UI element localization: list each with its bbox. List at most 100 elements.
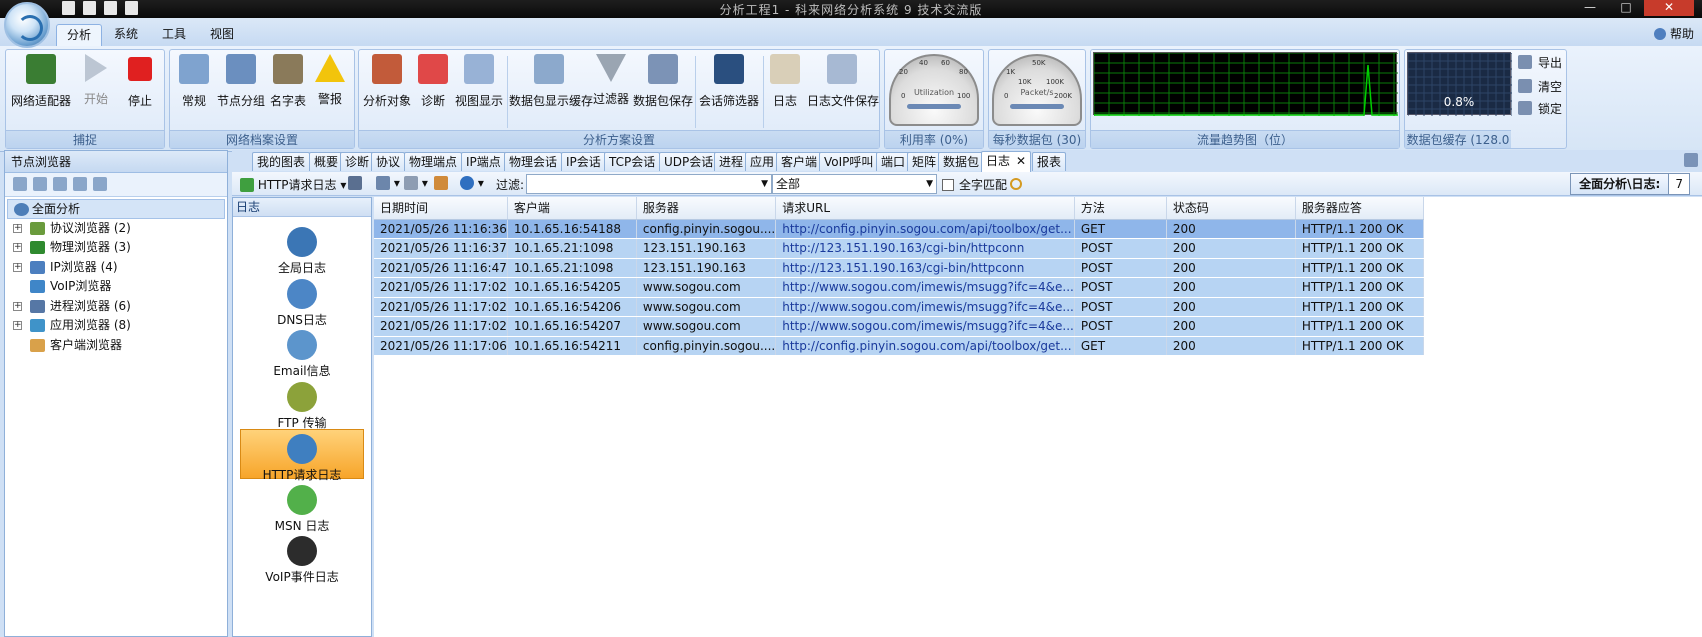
tab-item[interactable]: IP端点 (461, 152, 506, 171)
export-log-button[interactable] (434, 176, 448, 190)
filter-input[interactable]: ▼ (526, 174, 772, 194)
search-button[interactable] (1010, 176, 1022, 190)
tab-item[interactable]: 报表 (1032, 152, 1067, 171)
browser-icon (30, 338, 45, 352)
log-category-item[interactable]: HTTP请求日志 (240, 429, 364, 482)
export-button[interactable]: 导出 (1518, 54, 1562, 71)
tree-item[interactable]: + 协议浏览器 (2) (5, 219, 227, 239)
log-category-item[interactable]: FTP 传输 (240, 378, 364, 430)
tab-item[interactable]: 应用 (745, 152, 780, 171)
tab-item[interactable]: 端口 (876, 152, 911, 171)
tree-item[interactable]: + IP浏览器 (4) (5, 258, 227, 278)
name-table-button[interactable]: 名字表 (268, 54, 308, 109)
expand-icon[interactable]: + (13, 301, 22, 311)
refresh-button[interactable]: ▾ (460, 176, 484, 190)
scope-select[interactable]: 全部 ▼ (772, 174, 937, 194)
tab-tools[interactable]: 工具 (152, 24, 196, 46)
group-node-icon[interactable] (53, 177, 67, 191)
tab-item[interactable]: 诊断 (340, 152, 375, 171)
expand-icon[interactable]: + (13, 223, 22, 233)
column-header[interactable]: 服务器应答 (1295, 197, 1424, 220)
columns-button[interactable]: ▾ (404, 176, 428, 190)
save-log-button[interactable] (348, 176, 362, 190)
start-button[interactable]: 开始 (76, 54, 116, 107)
view-display-button[interactable]: 视图显示 (453, 54, 505, 109)
general-button[interactable]: 常规 (174, 54, 214, 109)
table-row[interactable]: 2021/05/26 11:17:02 10.1.65.16:54206 www.s… (374, 297, 1424, 317)
log-category-item[interactable]: MSN 日志 (240, 481, 364, 533)
filter-node-icon[interactable] (33, 177, 47, 191)
alert-node-icon[interactable] (73, 177, 87, 191)
tab-item[interactable]: 协议 (371, 152, 406, 171)
column-header[interactable]: 请求URL (775, 197, 1075, 220)
column-header[interactable]: 方法 (1074, 197, 1167, 220)
log-category-item[interactable]: DNS日志 (240, 275, 364, 327)
match-all-checkbox[interactable]: 全字匹配 (942, 176, 1007, 193)
tab-item[interactable]: 客户端 (776, 152, 823, 171)
table-row[interactable]: 2021/05/26 11:16:36 10.1.65.16:54188 confi… (374, 219, 1424, 239)
tab-item[interactable]: VoIP呼叫 (819, 152, 879, 171)
log-category-item[interactable]: VoIP事件日志 (240, 532, 364, 584)
column-header[interactable]: 日期时间 (374, 197, 508, 220)
close-tab-icon[interactable]: ✕ (1016, 154, 1026, 168)
expand-icon[interactable]: + (13, 262, 22, 272)
log-button[interactable]: 日志 (765, 54, 805, 109)
alarm-button[interactable]: 警报 (310, 54, 350, 107)
packet-display-buffer-button[interactable]: 数据包显示缓存 (509, 54, 593, 109)
column-header[interactable]: 客户端 (507, 197, 637, 220)
tree-root-full-analysis[interactable]: 全面分析 (7, 199, 225, 219)
tab-item[interactable]: 进程 (714, 152, 749, 171)
tab-item[interactable]: 物理端点 (404, 152, 463, 171)
expand-icon[interactable]: + (13, 243, 22, 252)
maximize-button[interactable]: □ (1608, 0, 1644, 16)
table-row[interactable]: 2021/05/26 11:17:02 10.1.65.16:54205 www.s… (374, 277, 1424, 298)
column-header[interactable]: 状态码 (1166, 197, 1296, 220)
tree-item[interactable]: 客户端浏览器 (5, 336, 227, 356)
tab-system[interactable]: 系统 (104, 24, 148, 46)
tree-item[interactable]: + 进程浏览器 (6) (5, 297, 227, 317)
tab-item[interactable]: 我的图表 (252, 152, 311, 171)
stop-button[interactable]: 停止 (120, 54, 160, 109)
column-header[interactable]: 服务器 (636, 197, 777, 220)
tab-view[interactable]: 视图 (200, 24, 244, 46)
tree-item[interactable]: VoIP浏览器 (5, 277, 227, 297)
log-category-item[interactable]: Email信息 (240, 326, 364, 378)
network-adapter-button[interactable]: 网络适配器 (10, 54, 72, 109)
tab-item[interactable]: 数据包 (938, 152, 985, 171)
table-row[interactable]: 2021/05/26 11:17:06 10.1.65.16:54211 confi… (374, 336, 1424, 356)
database-icon (534, 54, 564, 84)
packet-save-button[interactable]: 数据包保存 (633, 54, 693, 109)
tab-item[interactable]: IP会话 (561, 152, 606, 171)
minimize-button[interactable]: — (1572, 0, 1608, 16)
analysis-object-button[interactable]: 分析对象 (361, 54, 413, 109)
session-filter-button[interactable]: 会话筛选器 (697, 54, 761, 109)
clear-button[interactable]: 清空 (1518, 78, 1562, 95)
log-type-dropdown[interactable]: HTTP请求日志 ▾ (240, 176, 346, 193)
tab-analysis[interactable]: 分析 (56, 24, 103, 46)
table-row[interactable]: 2021/05/26 11:16:37 10.1.65.21:1098 123.15… (374, 238, 1424, 259)
tab-item[interactable]: 日志 ✕ (981, 151, 1032, 172)
expand-icon[interactable]: + (13, 321, 22, 330)
help-button[interactable]: 帮助 (1653, 25, 1694, 42)
tab-item[interactable]: UDP会话 (659, 152, 719, 171)
tab-item[interactable]: 概要 (309, 152, 344, 171)
table-row[interactable]: 2021/05/26 11:17:02 10.1.65.16:54207 www.s… (374, 316, 1424, 337)
diagnosis-button[interactable]: 诊断 (415, 54, 451, 109)
tab-item[interactable]: TCP会话 (604, 152, 661, 171)
tree-item[interactable]: + 物理浏览器 (3) (5, 238, 227, 258)
application-menu-button[interactable] (4, 2, 50, 48)
lock-button[interactable]: 锁定 (1518, 100, 1562, 117)
tab-item[interactable]: 矩阵 (907, 152, 942, 171)
tab-strip-menu-icon[interactable] (1684, 153, 1698, 167)
node-group-button[interactable]: 节点分组 (216, 54, 266, 109)
log-file-save-button[interactable]: 日志文件保存 (807, 54, 879, 109)
close-button[interactable]: ✕ (1644, 0, 1694, 16)
table-row[interactable]: 2021/05/26 11:16:47 10.1.65.21:1098 123.15… (374, 258, 1424, 278)
filter-options-button[interactable]: ▾ (376, 176, 400, 190)
tab-item[interactable]: 物理会话 (504, 152, 563, 171)
tree-item[interactable]: + 应用浏览器 (8) (5, 316, 227, 336)
filter-button[interactable]: 过滤器 (591, 54, 631, 107)
settings-node-icon[interactable] (93, 177, 107, 191)
add-node-icon[interactable] (13, 177, 27, 191)
log-category-item[interactable]: 全局日志 (240, 223, 364, 275)
